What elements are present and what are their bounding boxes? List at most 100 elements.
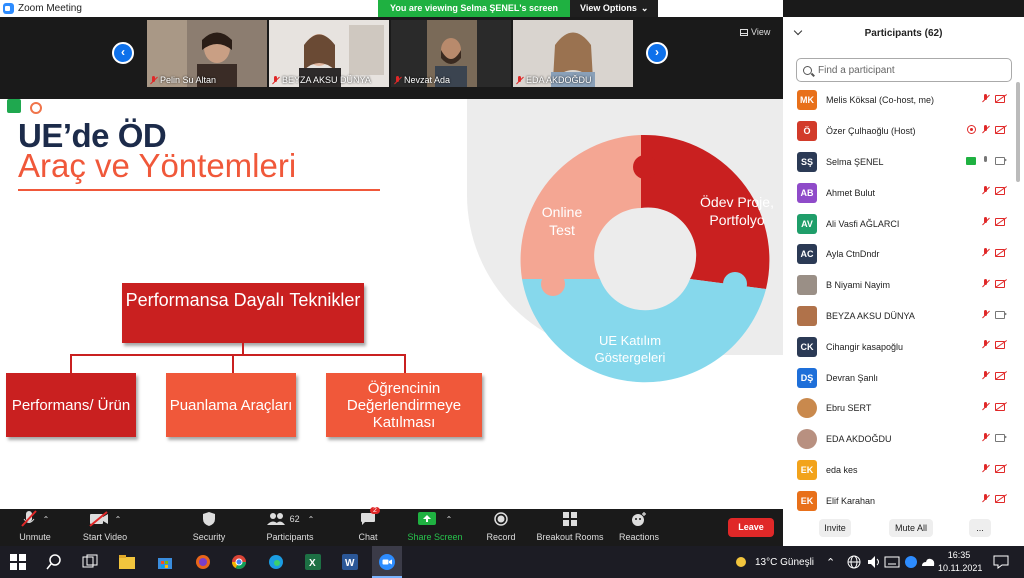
participants-panel: Participants (62) Find a participant MK M… [783,17,1024,546]
excel-icon[interactable]: X [305,554,321,570]
participant-row[interactable]: EK Elif Karahan [783,485,1024,516]
mic-muted-icon [982,124,989,134]
share-screen-button[interactable]: ⌃ Share Screen [404,509,466,546]
participant-row[interactable]: AC Ayla CtnDndr [783,239,1024,270]
participant-row[interactable]: AB Ahmet Bulut [783,177,1024,208]
search-placeholder: Find a participant [818,64,895,76]
chevron-up-icon[interactable]: ⌃ [43,515,50,524]
zoom-tray-icon[interactable] [903,554,919,570]
participant-row[interactable]: MK Melis Köksal (Co-host, me) [783,85,1024,116]
chat-label: Chat [358,532,378,542]
view-button[interactable]: View [740,27,770,37]
avatar: MK [797,90,817,111]
chevron-up-icon[interactable]: ⌃ [446,515,453,524]
windows-start-icon[interactable] [10,554,26,570]
breakout-rooms-button[interactable]: Breakout Rooms [535,509,605,546]
start-video-button[interactable]: ⌃ Start Video [80,509,130,546]
invite-button[interactable]: Invite [819,519,851,537]
avatar: CK [797,336,817,357]
file-explorer-icon[interactable] [119,554,135,570]
video-off-icon [995,371,1007,381]
weather-text[interactable]: 13°C Güneşli [755,557,814,568]
participant-row[interactable]: Ö Özer Çulhaoğlu (Host) [783,116,1024,147]
participant-row[interactable]: CK Cihangir kasapoğlu [783,331,1024,362]
participant-row[interactable]: Ebru SERT [783,393,1024,424]
video-off-icon [89,511,108,527]
participant-row[interactable]: B Niyami Nayim [783,270,1024,301]
video-off-icon [995,94,1007,103]
thumb-name: BEYZA AKSU DÜNYA [272,75,371,85]
video-thumb-1[interactable]: BEYZA AKSU DÜNYA [269,20,389,87]
clock[interactable]: 16:35 10.11.2021 [938,549,982,575]
edge-icon[interactable] [268,554,284,570]
zoom-taskbar-item[interactable] [372,546,402,578]
notifications-icon[interactable] [993,554,1009,570]
video-thumbnails: Pelin Su Altan BEYZA AKSU DÜNYA Nevzat A… [147,20,633,87]
view-options-label: View Options [580,3,637,13]
gallery-next-button[interactable]: › [646,42,668,64]
participant-row[interactable]: SŞ Selma ŞENEL [783,147,1024,178]
record-button[interactable]: Record [483,509,519,546]
chevron-down-icon[interactable] [793,26,803,36]
participants-button[interactable]: 62 ⌃ Participants [262,509,318,546]
unmute-button[interactable]: ⌃ Unmute [14,509,56,546]
participant-name: Elif Karahan [826,495,876,506]
thumb-name-text: BEYZA AKSU DÜNYA [282,75,371,85]
onedrive-icon[interactable] [920,554,936,570]
mute-all-button[interactable]: Mute All [889,519,933,537]
gallery-prev-button[interactable]: ‹ [112,42,134,64]
participant-name: Ali Vasfi AĞLARCI [826,218,900,229]
view-label: View [751,27,771,37]
chevron-up-icon[interactable]: ⌃ [308,515,315,524]
video-thumb-3[interactable]: EDA AKDOĞDU [513,20,633,87]
participant-search-input[interactable]: Find a participant [796,58,1012,82]
participants-title: Participants (62) [864,28,943,39]
thumb-name: Nevzat Ada [394,75,450,85]
segment-label-online-test: Online Test [541,204,583,238]
view-options-button[interactable]: View Options ⌄ [570,0,659,17]
task-view-icon[interactable] [82,554,98,570]
participant-row[interactable]: DŞ Devran Şanlı [783,362,1024,393]
participant-name: Ahmet Bulut [826,187,876,198]
share-screen-label: Share Screen [407,532,463,542]
word-icon[interactable]: W [342,554,358,570]
security-label: Security [192,532,226,542]
chevron-up-icon[interactable]: ⌃ [115,515,122,524]
participant-row[interactable]: EDA AKDOĞDU [783,424,1024,455]
participant-name: Özer Çulhaoğlu (Host) [826,126,916,137]
chrome-icon[interactable] [231,554,247,570]
store-icon[interactable] [157,554,173,570]
video-thumb-0[interactable]: Pelin Su Altan [147,20,267,87]
mic-muted-icon [982,94,989,103]
language-icon[interactable] [884,554,900,570]
network-icon[interactable] [846,554,862,570]
mic-muted-icon [272,75,279,85]
video-thumb-2[interactable]: Nevzat Ada [391,20,511,87]
video-on-icon [995,156,1007,166]
security-button[interactable]: Security [189,509,229,546]
participant-name: EDA AKDOĞDU [826,434,892,445]
reactions-button[interactable]: Reactions [617,509,661,546]
volume-icon[interactable] [866,554,882,570]
more-button[interactable]: ... [969,519,991,537]
box-rating-tools: Puanlama Araçları [166,373,296,437]
firefox-icon[interactable] [195,554,211,570]
segment-label-participation: UE Katılım Göstergeleri [594,333,666,365]
leave-button[interactable]: Leave [728,518,774,537]
participant-row[interactable]: AV Ali Vasfi AĞLARCI [783,208,1024,239]
shield-icon[interactable] [7,99,21,113]
mic-muted-icon [150,75,157,85]
mic-muted-icon [982,217,989,226]
chat-button[interactable]: 2 Chat [352,507,384,546]
mic-muted-icon [982,309,989,319]
zoom-app-icon [3,3,14,14]
search-icon[interactable] [46,554,62,570]
participant-row[interactable]: EK eda kes [783,455,1024,486]
participant-row[interactable]: BEYZA AKSU DÜNYA [783,301,1024,332]
window-title: Zoom Meeting [18,3,82,14]
chevron-up-icon[interactable]: ⌃ [826,556,835,569]
avatar: AV [797,213,817,234]
participants-scrollbar[interactable] [1016,82,1020,182]
windows-taskbar: X W 13°C Güneşli ⌃ 16:35 10.11.2021 [0,546,1024,578]
avatar [797,305,817,326]
